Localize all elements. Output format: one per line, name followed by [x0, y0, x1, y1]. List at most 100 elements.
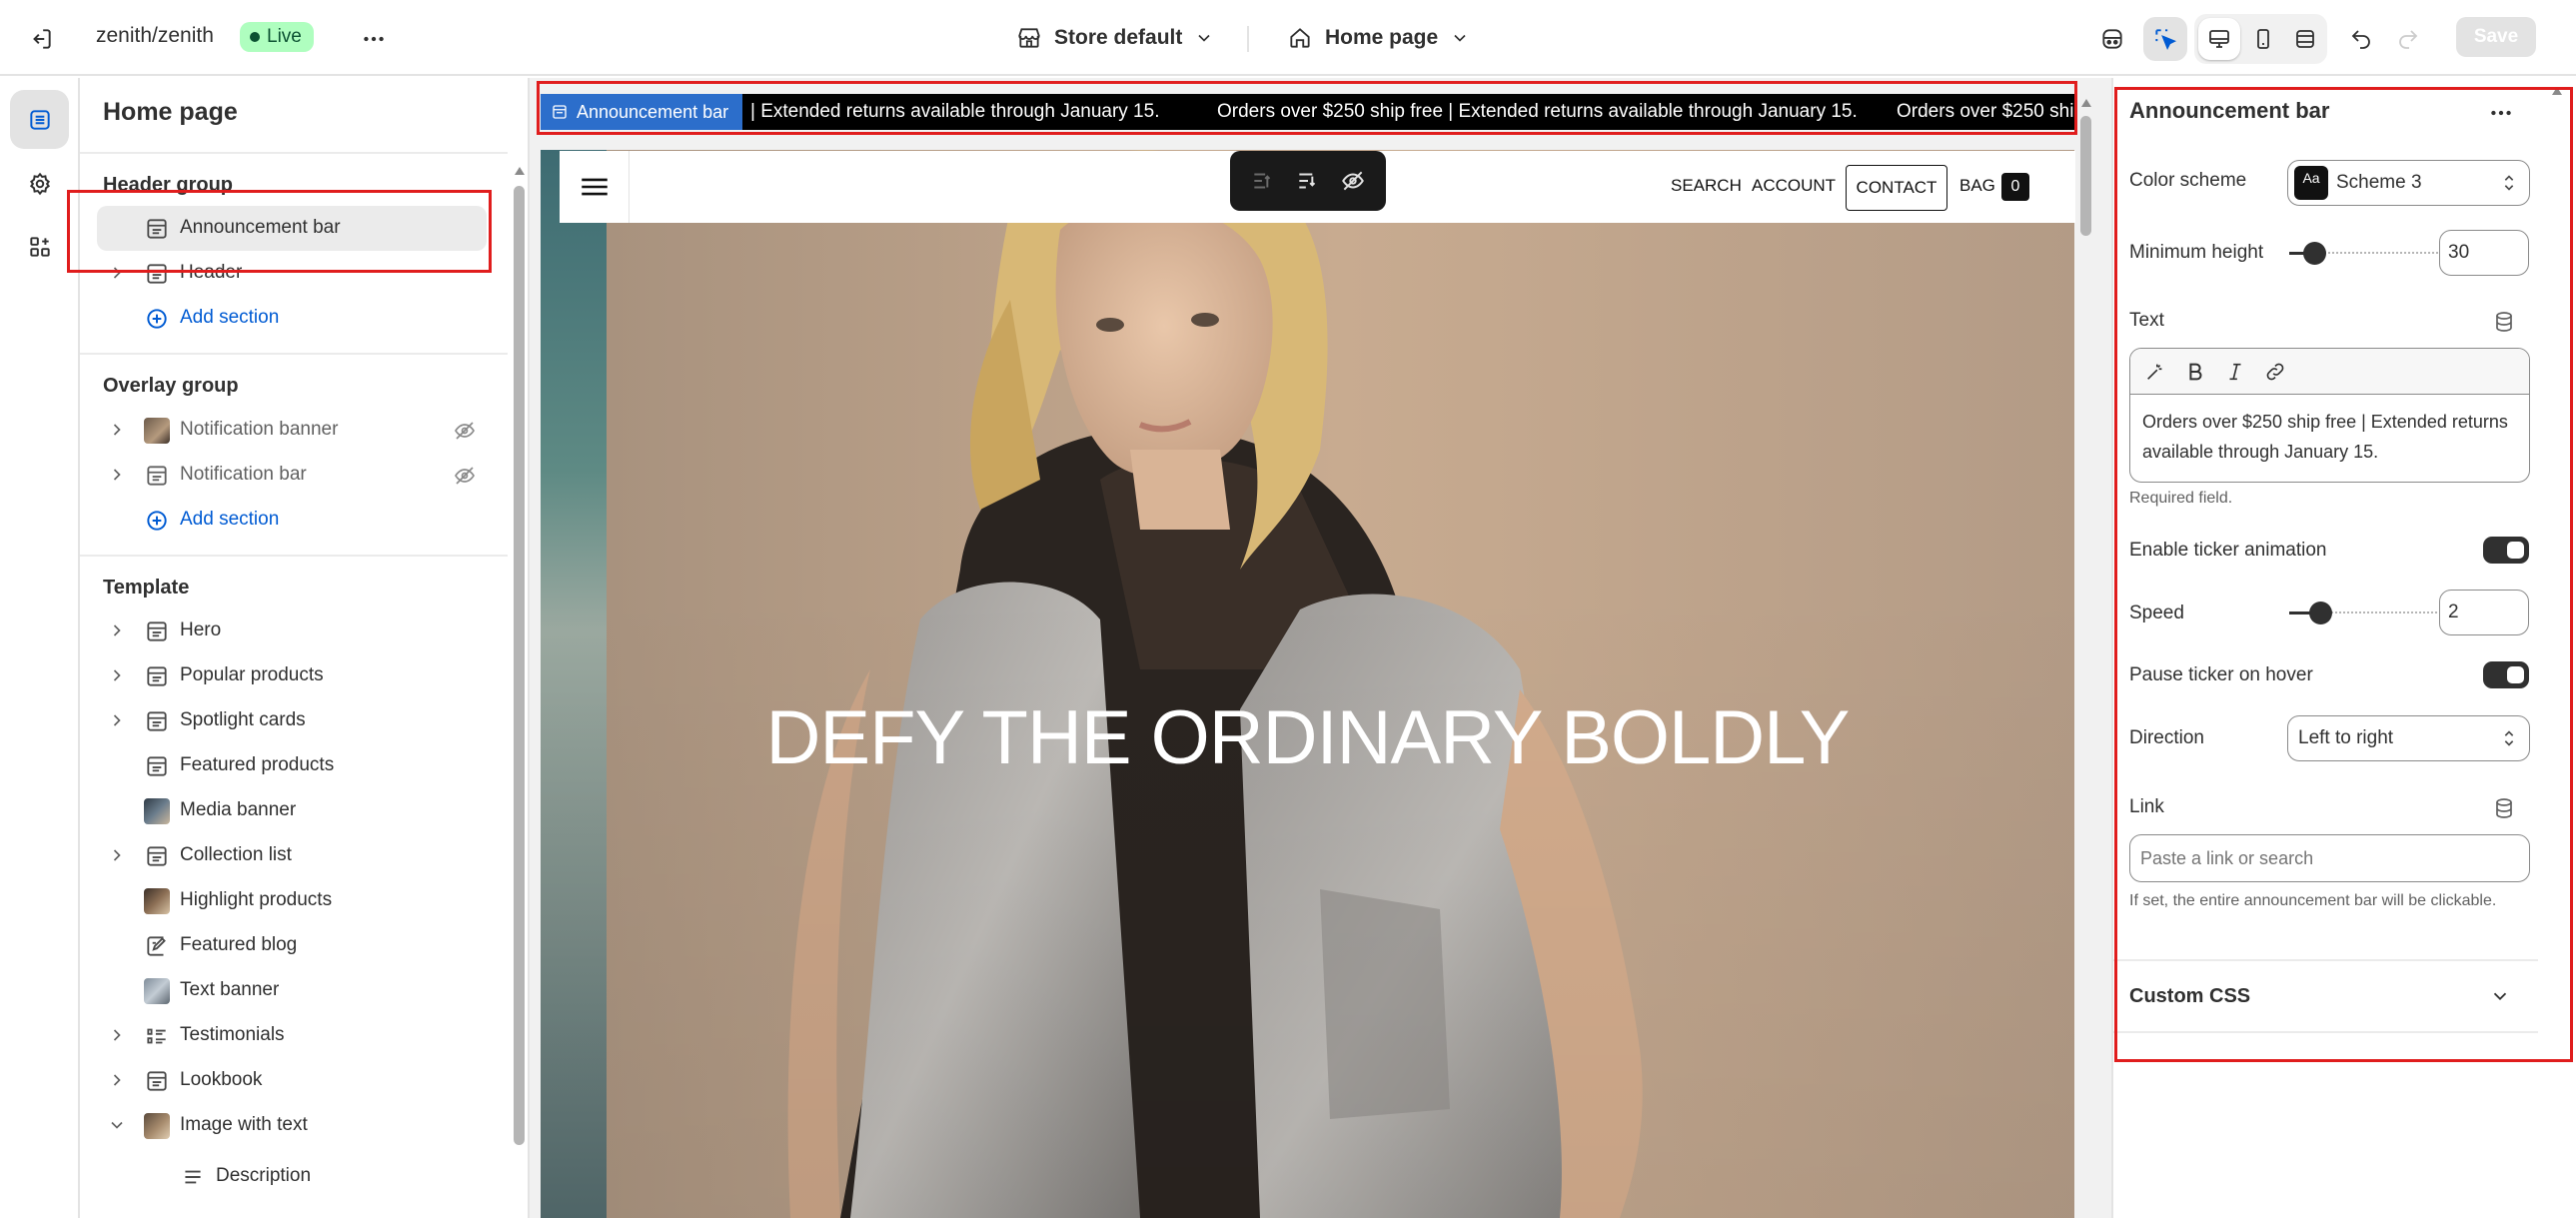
blog-icon [147, 936, 166, 956]
link-input[interactable] [2129, 834, 2530, 882]
chevron-down-icon[interactable] [107, 1115, 127, 1135]
scrollbar-thumb[interactable] [2080, 116, 2091, 236]
section-item-announcement-bar[interactable]: Announcement bar [97, 206, 487, 251]
page-selector[interactable]: Home page [1287, 18, 1470, 58]
section-item-spotlight-cards[interactable]: Spotlight cards [97, 698, 487, 743]
move-up-icon[interactable] [1250, 168, 1276, 194]
section-item-featured-products[interactable]: Featured products [97, 743, 487, 788]
pause-ticker-toggle[interactable] [2483, 661, 2529, 688]
color-scheme-select[interactable]: Aa Scheme 3 [2287, 160, 2530, 206]
chevron-right-icon[interactable] [107, 465, 127, 485]
redo-icon[interactable] [2388, 19, 2428, 59]
dynamic-source-icon[interactable] [2492, 796, 2516, 820]
sections-icon [29, 109, 50, 130]
section-item-label: Lookbook [180, 1069, 263, 1090]
page-selector-label: Home page [1325, 26, 1439, 49]
theme-selector[interactable]: Store default [1016, 18, 1214, 58]
section-item-highlight-products[interactable]: Highlight products [97, 878, 487, 923]
add-section-button[interactable]: Add section [97, 296, 487, 341]
inspector-toggle-button[interactable] [2143, 17, 2187, 61]
speed-input[interactable]: 2 [2439, 590, 2529, 635]
section-item-testimonials[interactable]: Testimonials [97, 1013, 487, 1058]
undo-icon[interactable] [2341, 19, 2381, 59]
eye-hidden-icon[interactable] [453, 464, 477, 488]
nav-search-link[interactable]: SEARCH [1671, 176, 1742, 196]
more-options-icon[interactable] [355, 20, 393, 58]
scroll-up-arrow-icon[interactable] [2551, 86, 2563, 96]
theme-settings-icon[interactable] [2092, 19, 2132, 59]
move-down-icon[interactable] [1295, 168, 1321, 194]
section-item-media-banner[interactable]: Media banner [97, 788, 487, 833]
desktop-icon [2209, 30, 2229, 48]
add-section-button[interactable]: Add section [97, 498, 487, 543]
bold-icon[interactable] [2184, 361, 2206, 383]
mobile-view-button[interactable] [2242, 18, 2284, 60]
sections-tab[interactable] [10, 90, 69, 149]
slider-knob[interactable] [2303, 242, 2326, 265]
section-item-header[interactable]: Header [97, 251, 487, 296]
exit-icon[interactable] [22, 20, 60, 58]
direction-value: Left to right [2298, 727, 2394, 748]
apps-tab[interactable] [10, 217, 69, 276]
section-item-hero[interactable]: Hero [97, 609, 487, 653]
sidebar-scrollbar[interactable] [510, 156, 530, 1218]
chevron-right-icon[interactable] [107, 1070, 127, 1090]
divider [80, 353, 508, 355]
section-item-label: Text banner [180, 979, 280, 1000]
panel-scrollbar[interactable] [2543, 78, 2573, 118]
slider-knob[interactable] [2309, 602, 2332, 624]
direction-select[interactable]: Left to right [2287, 715, 2530, 761]
section-item-notification-banner[interactable]: Notification banner [97, 408, 487, 453]
min-height-input[interactable]: 30 [2439, 230, 2529, 276]
chevron-right-icon[interactable] [107, 1025, 127, 1045]
scroll-up-arrow-icon[interactable] [514, 166, 526, 176]
dynamic-source-icon[interactable] [2492, 310, 2516, 334]
section-item-image-with-text[interactable]: Image with text [97, 1103, 487, 1148]
more-options-icon[interactable] [2483, 96, 2519, 130]
chevron-right-icon[interactable] [107, 665, 127, 685]
fullscreen-view-button[interactable] [2284, 18, 2326, 60]
text-editor[interactable]: Orders over $250 ship free | Extended re… [2129, 348, 2530, 483]
save-button[interactable]: Save [2456, 17, 2536, 57]
italic-icon[interactable] [2224, 361, 2246, 383]
preview-scrollbar[interactable] [2076, 94, 2096, 1218]
text-lines-icon [185, 1170, 201, 1184]
divider [80, 555, 508, 557]
chevron-right-icon[interactable] [107, 710, 127, 730]
custom-css-accordion[interactable]: Custom CSS [2113, 961, 2538, 1031]
link-label: Link [2129, 796, 2164, 817]
ai-magic-icon[interactable] [2144, 361, 2166, 383]
chevron-right-icon[interactable] [107, 420, 127, 440]
nav-contact-button[interactable]: CONTACT [1846, 165, 1947, 211]
menu-icon[interactable] [560, 151, 630, 223]
scrollbar-thumb[interactable] [514, 186, 525, 1145]
desktop-view-button[interactable] [2198, 18, 2240, 60]
top-bar: zenith/zenith Live Store default Home pa… [0, 0, 2576, 76]
settings-title: Announcement bar [2129, 98, 2330, 123]
chevron-right-icon[interactable] [107, 263, 127, 283]
rich-text-toolbar [2130, 349, 2529, 395]
section-item-notification-bar[interactable]: Notification bar [97, 453, 487, 498]
link-icon[interactable] [2264, 361, 2286, 383]
eye-hidden-icon[interactable] [1340, 168, 1366, 194]
section-item-collection-list[interactable]: Collection list [97, 833, 487, 878]
announcement-bar-preview[interactable]: Announcement bar | Extended returns avai… [541, 94, 2074, 130]
eye-hidden-icon[interactable] [453, 419, 477, 443]
fullscreen-icon [2296, 30, 2314, 48]
section-item-popular-products[interactable]: Popular products [97, 653, 487, 698]
nav-account-link[interactable]: ACCOUNT [1752, 176, 1836, 196]
section-item-featured-blog[interactable]: Featured blog [97, 923, 487, 968]
section-item-text-banner[interactable]: Text banner [97, 968, 487, 1013]
block-item-description[interactable]: Description [130, 1154, 487, 1199]
nav-bag-link[interactable]: BAG [1959, 176, 1995, 196]
hero-section[interactable]: DEFY THE ORDINARY BOLDLY [541, 150, 2074, 1218]
hero-headline[interactable]: DEFY THE ORDINARY BOLDLY [541, 694, 2074, 781]
chevron-right-icon[interactable] [107, 620, 127, 640]
section-item-lookbook[interactable]: Lookbook [97, 1058, 487, 1103]
scroll-up-arrow-icon[interactable] [2080, 98, 2092, 108]
theme-settings-tab[interactable] [10, 154, 69, 213]
quote-list-icon [147, 1028, 166, 1044]
chevron-right-icon[interactable] [107, 845, 127, 865]
text-editor-content[interactable]: Orders over $250 ship free | Extended re… [2142, 407, 2512, 467]
ticker-animation-toggle[interactable] [2483, 537, 2529, 564]
